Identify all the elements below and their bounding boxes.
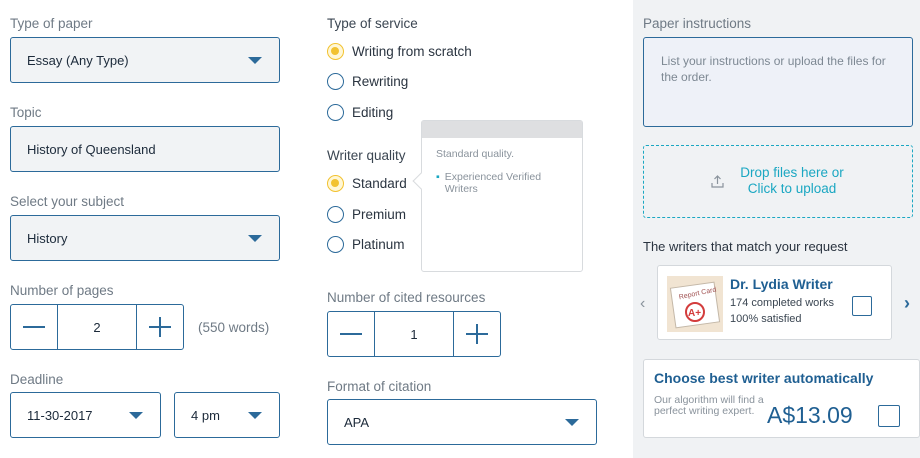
- radio-icon: [327, 236, 344, 253]
- deadline-time-value: 4 pm: [191, 407, 220, 423]
- writers-heading: The writers that match your request: [643, 239, 848, 254]
- pages-value[interactable]: 2: [57, 305, 137, 349]
- chevron-down-icon: [248, 235, 262, 242]
- writer-card[interactable]: Report Card A+ Dr. Lydia Writer 174 comp…: [657, 265, 892, 340]
- auto-select-checkbox[interactable]: [878, 405, 900, 427]
- radio-icon: [327, 73, 344, 90]
- service-option-label: Writing from scratch: [352, 44, 472, 59]
- radio-selected-icon: [327, 175, 344, 192]
- chevron-down-icon: [248, 57, 262, 64]
- quality-label: Writer quality: [327, 148, 406, 163]
- topic-value: History of Queensland: [27, 141, 156, 157]
- writer-avatar-grade: A+: [688, 308, 701, 319]
- tooltip-arrow: [412, 172, 430, 190]
- topic-label: Topic: [10, 105, 42, 120]
- price: A$13.09: [767, 402, 853, 428]
- chevron-down-icon: [565, 419, 579, 426]
- auto-title: Choose best writer automatically: [654, 370, 874, 386]
- quality-option-label: Platinum: [352, 237, 405, 252]
- tooltip-bullet: ▪ Experienced Verified Writers: [436, 171, 576, 195]
- pages-stepper: 2: [10, 304, 184, 350]
- writer-avatar: Report Card A+: [667, 276, 723, 332]
- instructions-label: Paper instructions: [643, 16, 752, 31]
- chevron-down-icon: [248, 412, 262, 419]
- quality-option-premium[interactable]: Premium: [327, 206, 406, 223]
- pages-increment-button[interactable]: [137, 305, 183, 349]
- service-option-label: Rewriting: [352, 74, 409, 89]
- instructions-placeholder: List your instructions or upload the fil…: [661, 54, 886, 84]
- paper-type-label: Type of paper: [10, 16, 93, 31]
- instructions-textarea[interactable]: List your instructions or upload the fil…: [643, 37, 913, 127]
- auto-description: Our algorithm will find a perfect writin…: [654, 394, 764, 417]
- tooltip-title: Standard quality.: [436, 148, 515, 160]
- service-option-scratch[interactable]: Writing from scratch: [327, 43, 472, 60]
- cited-decrement-button[interactable]: [328, 312, 374, 356]
- deadline-time-select[interactable]: 4 pm: [174, 392, 280, 438]
- upload-dropzone[interactable]: Drop files here or Click to upload: [643, 145, 913, 218]
- quality-option-label: Standard: [352, 176, 407, 191]
- quality-option-standard[interactable]: Standard: [327, 175, 407, 192]
- writer-select-checkbox[interactable]: [852, 296, 872, 316]
- radio-icon: [327, 104, 344, 121]
- cited-increment-button[interactable]: [454, 312, 500, 356]
- cited-label: Number of cited resources: [327, 290, 486, 305]
- writer-satisfied: 100% satisfied: [730, 313, 802, 325]
- writer-works: 174 completed works: [730, 297, 834, 309]
- upload-line2: Click to upload: [747, 181, 837, 196]
- citation-label: Format of citation: [327, 379, 432, 394]
- citation-value: APA: [344, 414, 370, 430]
- topic-input[interactable]: History of Queensland: [10, 126, 280, 172]
- citation-select[interactable]: APA: [327, 399, 597, 445]
- subject-value: History: [27, 230, 68, 246]
- paper-type-select[interactable]: Essay (Any Type): [10, 37, 280, 83]
- quality-option-label: Premium: [352, 207, 407, 222]
- next-arrow-icon[interactable]: ›: [904, 293, 910, 314]
- upload-line1: Drop files here or: [740, 165, 844, 180]
- pages-words: (550 words): [198, 320, 270, 335]
- radio-selected-icon: [327, 43, 344, 60]
- deadline-label: Deadline: [10, 372, 64, 387]
- service-label: Type of service: [327, 16, 418, 31]
- tooltip-bullet-text: Experienced Verified Writers: [444, 171, 542, 195]
- cited-stepper: 1: [327, 311, 501, 357]
- chevron-down-icon: [129, 412, 143, 419]
- service-option-rewriting[interactable]: Rewriting: [327, 73, 408, 90]
- tooltip-header: [422, 121, 582, 138]
- subject-label: Select your subject: [10, 194, 125, 209]
- pages-decrement-button[interactable]: [11, 305, 57, 349]
- cited-value[interactable]: 1: [374, 312, 454, 356]
- subject-select[interactable]: History: [10, 215, 280, 261]
- paper-type-value: Essay (Any Type): [27, 52, 129, 68]
- deadline-date-select[interactable]: 11-30-2017: [10, 392, 161, 438]
- upload-text: Drop files here or Click to upload: [714, 165, 870, 197]
- radio-icon: [327, 206, 344, 223]
- bullet-icon: ▪: [436, 171, 440, 183]
- prev-arrow-icon[interactable]: ‹: [640, 295, 645, 313]
- deadline-date-value: 11-30-2017: [27, 407, 93, 423]
- auto-writer-card[interactable]: Choose best writer automatically Our alg…: [643, 359, 920, 438]
- quality-option-platinum[interactable]: Platinum: [327, 236, 405, 253]
- pages-label: Number of pages: [10, 283, 114, 298]
- service-option-label: Editing: [352, 105, 394, 120]
- service-option-editing[interactable]: Editing: [327, 104, 393, 121]
- writer-name[interactable]: Dr. Lydia Writer: [730, 276, 833, 292]
- quality-tooltip: Standard quality. ▪ Experienced Verified…: [412, 120, 583, 272]
